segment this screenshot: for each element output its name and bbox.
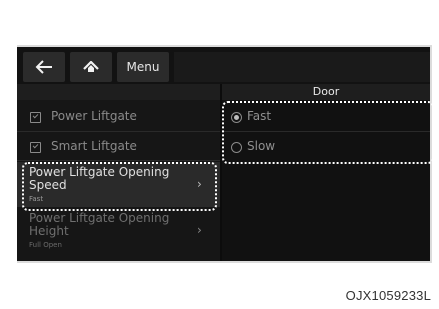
settings-list-header xyxy=(17,84,220,100)
list-item-title: Power Liftgate Opening xyxy=(29,211,170,225)
divider xyxy=(17,131,220,132)
arrow-left-icon xyxy=(35,60,52,74)
list-item-title-line2: Height xyxy=(29,224,69,238)
list-item-smart-liftgate[interactable]: Smart Liftgate xyxy=(17,139,220,155)
checkbox-icon[interactable] xyxy=(30,112,41,123)
divider xyxy=(17,160,220,161)
chevron-right-icon: › xyxy=(197,223,202,237)
home-button[interactable] xyxy=(70,52,112,82)
back-button[interactable] xyxy=(23,52,65,82)
figure-code: OJX1059233L xyxy=(345,288,431,303)
checkbox-icon[interactable] xyxy=(30,142,41,153)
highlight-speed-options xyxy=(222,101,434,164)
list-item-power-liftgate[interactable]: Power Liftgate xyxy=(17,109,220,125)
highlight-speed-setting xyxy=(22,162,217,211)
list-item-label: Power Liftgate xyxy=(51,109,137,123)
list-item-value: Full Open xyxy=(29,241,62,249)
list-item-opening-height[interactable]: Power Liftgate Opening Height Full Open … xyxy=(17,209,220,259)
list-item-label: Smart Liftgate xyxy=(51,139,137,153)
top-bar-spacer xyxy=(174,52,430,82)
home-icon xyxy=(83,60,99,72)
options-panel-title: Door xyxy=(222,84,430,100)
menu-button[interactable]: Menu xyxy=(117,52,169,82)
